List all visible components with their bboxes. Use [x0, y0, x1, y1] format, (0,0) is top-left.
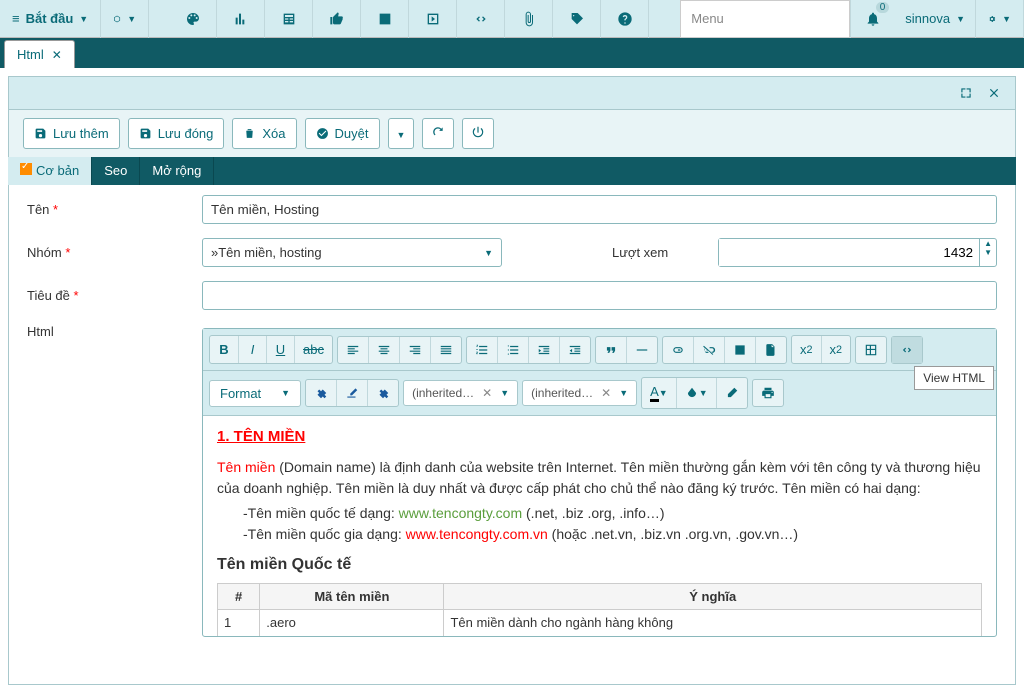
insert-image-button[interactable] — [724, 337, 755, 363]
unlink-button[interactable] — [693, 337, 724, 363]
notifications-button[interactable]: 0 — [850, 0, 895, 38]
bg-color-button[interactable]: ▼ — [676, 378, 716, 408]
cube-icon[interactable]: ▼ — [101, 0, 149, 38]
content-subheading: Tên miền Quốc tế — [217, 553, 982, 577]
approve-dropdown[interactable]: ▼ — [388, 118, 415, 149]
notification-badge: 0 — [876, 2, 890, 13]
delete-button[interactable]: Xóa — [232, 118, 296, 149]
content-heading: 1. TÊN MIỀN — [217, 426, 982, 449]
group-select[interactable]: »Tên miền, hosting▼ — [202, 238, 502, 267]
eraser-button[interactable] — [716, 378, 747, 408]
refresh-button[interactable] — [422, 118, 454, 149]
title-label: Tiêu đề * — [27, 288, 202, 303]
image-icon[interactable] — [361, 0, 409, 38]
spin-down[interactable]: ▼ — [980, 248, 996, 257]
align-justify-button[interactable] — [430, 337, 461, 363]
superscript-button[interactable]: x2 — [821, 336, 851, 363]
bold-button[interactable]: B — [210, 336, 238, 363]
paste-format-button[interactable] — [367, 380, 398, 406]
align-right-button[interactable] — [399, 337, 430, 363]
views-input[interactable] — [719, 239, 979, 266]
strike-button[interactable]: abc — [294, 336, 332, 363]
close-tab-icon[interactable]: ✕ — [52, 48, 62, 62]
hr-button[interactable] — [626, 337, 657, 363]
maximize-icon[interactable] — [959, 86, 973, 100]
underline-button[interactable]: U — [266, 336, 294, 363]
palette-icon[interactable] — [169, 0, 217, 38]
user-menu[interactable]: sinnova▼ — [895, 0, 976, 38]
power-button[interactable] — [462, 118, 494, 149]
table-button[interactable] — [856, 337, 886, 363]
menu-search[interactable]: Menu — [680, 0, 850, 38]
thumbs-up-icon[interactable] — [313, 0, 361, 38]
start-menu-button[interactable]: ≡Bắt đầu▼ — [0, 0, 101, 38]
link-button[interactable] — [663, 337, 693, 363]
html-label: Html — [27, 324, 202, 339]
chart-icon[interactable] — [217, 0, 265, 38]
group-label: Nhóm * — [27, 245, 202, 260]
subtab-seo[interactable]: Seo — [92, 157, 140, 185]
subtab-extend[interactable]: Mở rộng — [140, 157, 214, 185]
table-row: 1.aeroTên miền dành cho ngành hàng không — [218, 610, 982, 637]
content-list-item: -Tên miền quốc gia dạng: www.tencongty.c… — [243, 524, 982, 545]
subscript-button[interactable]: x2 — [792, 336, 821, 363]
content-paragraph: Tên miền (Domain name) là định danh của … — [217, 457, 982, 499]
attachment-icon[interactable] — [505, 0, 553, 38]
tooltip-view-html: View HTML — [914, 366, 994, 390]
settings-icon[interactable]: ▼ — [976, 0, 1024, 38]
content-list-item: -Tên miền quốc tế dạng: www.tencongty.co… — [243, 503, 982, 524]
approve-button[interactable]: Duyệt — [305, 118, 380, 149]
name-input[interactable] — [202, 195, 997, 224]
title-input[interactable] — [202, 281, 997, 310]
domain-table: #Mã tên miềnÝ nghĩa 1.aeroTên miền dành … — [217, 583, 982, 637]
print-button[interactable] — [753, 380, 783, 406]
clear-format-button[interactable] — [306, 380, 336, 406]
list-ordered-button[interactable] — [467, 337, 497, 363]
align-left-button[interactable] — [338, 337, 368, 363]
quote-button[interactable] — [596, 337, 626, 363]
save-add-button[interactable]: Lưu thêm — [23, 118, 120, 149]
editor-content[interactable]: 1. TÊN MIỀN Tên miền (Domain name) là đị… — [203, 416, 996, 636]
spin-up[interactable]: ▲ — [980, 239, 996, 248]
close-panel-icon[interactable] — [987, 86, 1001, 100]
text-color-button[interactable]: A ▼ — [642, 378, 676, 408]
outdent-button[interactable] — [559, 337, 590, 363]
tab-html[interactable]: Html✕ — [4, 40, 75, 68]
save-close-button[interactable]: Lưu đóng — [128, 118, 225, 149]
video-icon[interactable] — [409, 0, 457, 38]
view-html-button[interactable] — [892, 337, 922, 363]
subtab-basic[interactable]: Cơ bản — [8, 157, 92, 185]
list-bullet-button[interactable] — [497, 337, 528, 363]
help-icon[interactable] — [601, 0, 649, 38]
code-icon[interactable] — [457, 0, 505, 38]
tag-icon[interactable] — [553, 0, 601, 38]
copy-format-button[interactable] — [336, 380, 367, 406]
italic-button[interactable]: I — [238, 336, 266, 363]
font-size-select[interactable]: (inherited…✕▼ — [522, 380, 637, 406]
views-label: Lượt xem — [612, 245, 668, 260]
format-select[interactable]: Format▼ — [209, 380, 301, 407]
news-icon[interactable] — [265, 0, 313, 38]
indent-button[interactable] — [528, 337, 559, 363]
name-label: Tên * — [27, 202, 202, 217]
insert-file-button[interactable] — [755, 337, 786, 363]
align-center-button[interactable] — [368, 337, 399, 363]
font-family-select[interactable]: (inherited…✕▼ — [403, 380, 518, 406]
